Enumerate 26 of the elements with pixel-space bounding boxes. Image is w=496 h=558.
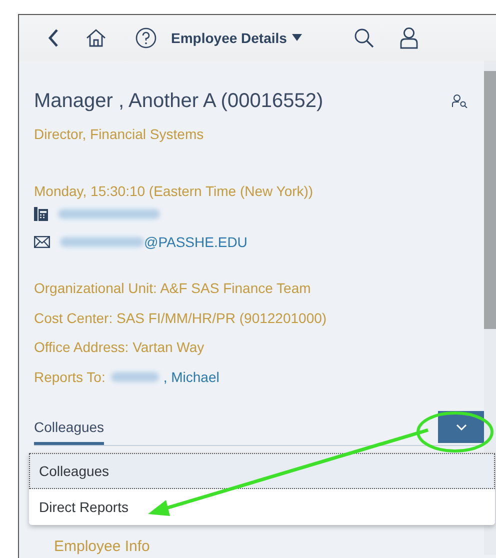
help-icon[interactable] [135,27,157,49]
detail-line: Cost Center: SAS FI/MM/HR/PR (9012201000) [34,308,328,328]
section-tab[interactable]: Colleagues [34,419,104,445]
chevron-down-icon [456,424,466,430]
phone-icon [34,207,48,221]
home-icon[interactable] [85,28,107,48]
menu-item[interactable]: Direct Reports [29,489,495,525]
employee-name: Manager , Another A (00016552) [34,90,324,112]
back-icon[interactable] [47,28,59,48]
user-icon[interactable] [400,27,418,49]
section-heading: Employee Info [54,538,151,555]
search-icon[interactable] [354,28,374,48]
person-search-icon[interactable] [452,94,468,108]
local-time: Monday, 15:30:10 (Eastern Time (New York)) [34,182,314,200]
email-domain-link[interactable]: @PASSHE.EDU [144,234,248,250]
detail-line: Organizational Unit: A&F SAS Finance Team [34,279,312,298]
manager-name-link[interactable]: , Michael [163,362,220,392]
menu-item[interactable]: Colleagues [29,453,495,489]
job-title: Director, Financial Systems [34,125,205,143]
mail-icon [34,236,50,248]
redacted-surname [111,372,160,382]
page-title-menu[interactable]: Employee Details [171,30,302,46]
caret-icon [292,34,302,42]
dropdown-button[interactable] [438,411,484,443]
detail-line: Office Address: Vartan Way [34,338,206,357]
reports-to-label: Reports To: [34,368,106,387]
